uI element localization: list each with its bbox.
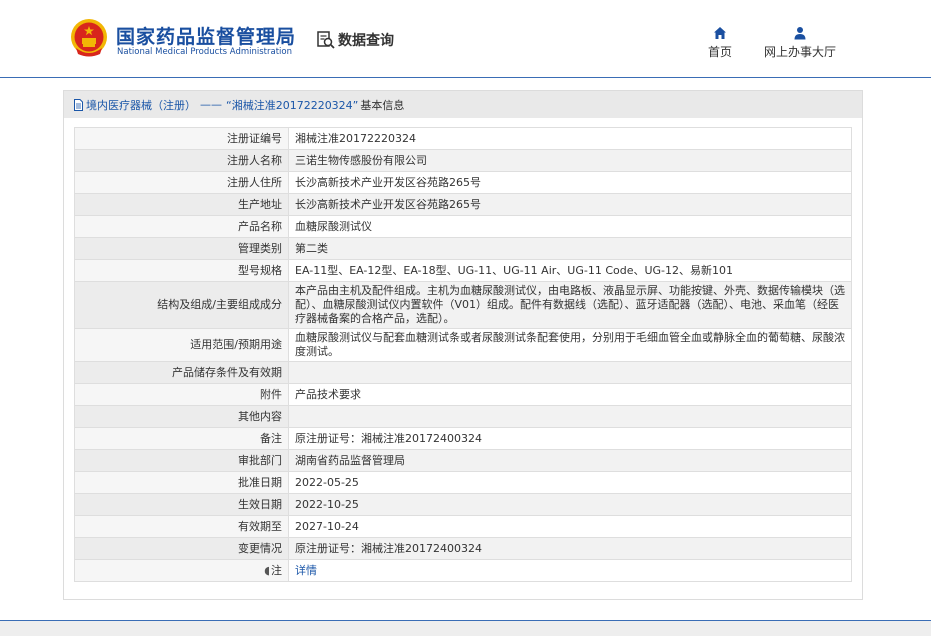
row-label: 变更情况	[74, 537, 289, 560]
breadcrumb-separator: ——	[200, 98, 222, 111]
row-value: 血糖尿酸测试仪	[288, 215, 852, 238]
agency-name-cn: 国家药品监督管理局	[116, 26, 297, 48]
row-label: 注册人住所	[74, 171, 289, 194]
row-value: EA-11型、EA-12型、EA-18型、UG-11、UG-11 Air、UG-…	[288, 259, 852, 282]
row-label: 注册人名称	[74, 149, 289, 172]
agency-name-en: National Medical Products Administration	[117, 47, 292, 57]
registration-info-table: 注册证编号 湘械注准20172220324 注册人名称 三诺生物传感股份有限公司…	[74, 127, 852, 582]
row-value: 2027-10-24	[288, 515, 852, 538]
table-row: 其他内容	[74, 405, 852, 428]
nav-online-service-hall-label: 网上办事大厅	[764, 45, 837, 59]
details-link[interactable]: 详情	[295, 564, 317, 577]
breadcrumb-category-link[interactable]: 境内医疗器械（注册）	[86, 97, 196, 113]
table-row: 适用范围/预期用途 血糖尿酸测试仪与配套血糖测试条或者尿酸测试条配套使用，分别用…	[74, 328, 852, 362]
table-row: 结构及组成/主要组成成分 本产品由主机及配件组成。主机为血糖尿酸测试仪，由电路板…	[74, 281, 852, 329]
row-value: 2022-10-25	[288, 493, 852, 516]
table-row: ◖注 详情	[74, 559, 852, 582]
row-value	[288, 405, 852, 428]
row-label: 附件	[74, 383, 289, 406]
table-row: 注册证编号 湘械注准20172220324	[74, 127, 852, 150]
row-label: 审批部门	[74, 449, 289, 472]
row-label: 有效期至	[74, 515, 289, 538]
user-icon	[794, 27, 806, 40]
home-icon	[714, 27, 726, 39]
row-label: 备注	[74, 427, 289, 450]
national-emblem-icon	[71, 19, 107, 57]
breadcrumb-suffix: 基本信息	[360, 98, 405, 112]
row-value	[288, 361, 852, 384]
document-icon	[74, 98, 83, 111]
table-row: 附件 产品技术要求	[74, 383, 852, 406]
site-header: 国家药品监督管理局 National Medical Products Admi…	[0, 0, 931, 78]
row-value: 2022-05-25	[288, 471, 852, 494]
table-row: 注册人住所 长沙高新技术产业开发区谷苑路265号	[74, 171, 852, 194]
footer-strip	[0, 620, 931, 636]
breadcrumb-current: “湘械注准20172220324”	[226, 98, 359, 112]
nav-home-label: 首页	[708, 45, 733, 59]
row-label: 生产地址	[74, 193, 289, 216]
table-row: 备注 原注册证号：湘械注准20172400324	[74, 427, 852, 450]
data-query-title: 数据查询	[316, 30, 394, 50]
breadcrumb: 境内医疗器械（注册） —— “湘械注准20172220324” 基本信息	[64, 91, 862, 118]
row-value: 血糖尿酸测试仪与配套血糖测试条或者尿酸测试条配套使用，分别用于毛细血管全血或静脉…	[288, 328, 852, 362]
data-query-label: 数据查询	[338, 33, 394, 49]
table-row: 注册人名称 三诺生物传感股份有限公司	[74, 149, 852, 172]
row-label: 批准日期	[74, 471, 289, 494]
pushpin-icon: ◖	[264, 563, 270, 577]
row-label: 产品名称	[74, 215, 289, 238]
row-value: 长沙高新技术产业开发区谷苑路265号	[288, 193, 852, 216]
row-label: 其他内容	[74, 405, 289, 428]
row-label: 注	[271, 563, 282, 577]
table-row: 产品名称 血糖尿酸测试仪	[74, 215, 852, 238]
row-value: 本产品由主机及配件组成。主机为血糖尿酸测试仪，由电路板、液晶显示屏、功能按键、外…	[288, 281, 852, 329]
table-row: 批准日期 2022-05-25	[74, 471, 852, 494]
nav-home[interactable]: 首页	[708, 26, 732, 60]
table-row: 有效期至 2027-10-24	[74, 515, 852, 538]
document-search-icon	[317, 31, 335, 49]
row-label: 型号规格	[74, 259, 289, 282]
table-row: 型号规格 EA-11型、EA-12型、EA-18型、UG-11、UG-11 Ai…	[74, 259, 852, 282]
row-value: 原注册证号：湘械注准20172400324	[288, 537, 852, 560]
table-row: 生产地址 长沙高新技术产业开发区谷苑路265号	[74, 193, 852, 216]
row-value: 湘械注准20172220324	[288, 127, 852, 150]
detail-panel: 境内医疗器械（注册） —— “湘械注准20172220324” 基本信息 注册证…	[63, 90, 863, 600]
row-value: 原注册证号：湘械注准20172400324	[288, 427, 852, 450]
table-row: 审批部门 湖南省药品监督管理局	[74, 449, 852, 472]
note-value-cell: 详情	[288, 559, 852, 582]
row-value: 长沙高新技术产业开发区谷苑路265号	[288, 171, 852, 194]
row-label: 注册证编号	[74, 127, 289, 150]
row-label: 适用范围/预期用途	[74, 328, 289, 362]
table-row: 管理类别 第二类	[74, 237, 852, 260]
note-label-cell: ◖注	[74, 559, 289, 582]
row-value: 湖南省药品监督管理局	[288, 449, 852, 472]
row-value: 三诺生物传感股份有限公司	[288, 149, 852, 172]
row-label: 管理类别	[74, 237, 289, 260]
row-value: 第二类	[288, 237, 852, 260]
table-row: 产品储存条件及有效期	[74, 361, 852, 384]
row-label: 生效日期	[74, 493, 289, 516]
row-label: 产品储存条件及有效期	[74, 361, 289, 384]
nav-online-service-hall[interactable]: 网上办事大厅	[764, 26, 836, 60]
row-value: 产品技术要求	[288, 383, 852, 406]
table-row: 生效日期 2022-10-25	[74, 493, 852, 516]
row-label: 结构及组成/主要组成成分	[74, 281, 289, 329]
table-row: 变更情况 原注册证号：湘械注准20172400324	[74, 537, 852, 560]
